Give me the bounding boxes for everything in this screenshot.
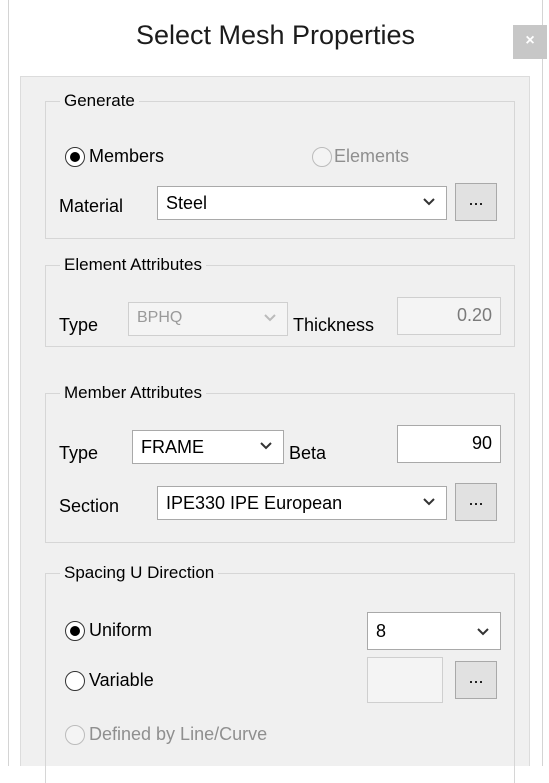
generate-legend: Generate	[64, 91, 135, 110]
chevron-down-icon	[264, 314, 276, 322]
member-type-value: FRAME	[141, 437, 204, 457]
element-type-select[interactable]: BPHQ	[128, 302, 288, 336]
chevron-down-icon	[260, 442, 272, 450]
material-value: Steel	[166, 193, 208, 213]
chevron-down-icon	[477, 628, 489, 636]
member-type-select[interactable]: FRAME	[132, 430, 284, 464]
element-type-label: Type	[59, 315, 99, 335]
elements-label[interactable]: Elements	[334, 146, 409, 167]
ellipsis-icon: ...	[468, 667, 484, 687]
section-browse-button[interactable]: ...	[455, 483, 497, 521]
uniform-radio[interactable]	[65, 621, 85, 641]
thickness-input[interactable]: 0.20	[397, 297, 501, 335]
variable-label[interactable]: Variable	[89, 670, 154, 691]
variable-browse-button[interactable]: ...	[455, 661, 497, 699]
ellipsis-icon: ...	[468, 189, 484, 209]
section-select[interactable]: IPE330 IPE European	[157, 486, 447, 520]
member-attributes-legend: Member Attributes	[64, 383, 202, 402]
spacing-u-legend: Spacing U Direction	[64, 563, 215, 582]
chevron-down-icon	[423, 498, 435, 506]
material-label: Material	[59, 196, 124, 216]
material-select[interactable]: Steel	[157, 186, 447, 220]
section-value: IPE330 IPE European	[166, 493, 343, 513]
thickness-label: Thickness	[293, 315, 375, 335]
close-button[interactable]: ×	[513, 25, 547, 59]
dialog-title: Select Mesh Properties	[135, 20, 416, 50]
chevron-down-icon	[423, 198, 435, 206]
section-label: Section	[59, 496, 120, 516]
beta-label: Beta	[289, 443, 327, 463]
dialog-right-edge	[542, 0, 543, 766]
beta-input[interactable]: 90	[397, 425, 501, 463]
defined-by-curve-label[interactable]: Defined by Line/Curve	[89, 724, 267, 745]
variable-input[interactable]	[367, 657, 443, 703]
members-radio[interactable]	[65, 147, 85, 167]
uniform-count-select[interactable]: 8	[367, 612, 501, 650]
ellipsis-icon: ...	[468, 489, 484, 509]
uniform-label[interactable]: Uniform	[89, 620, 152, 641]
element-type-value: BPHQ	[137, 309, 183, 326]
close-icon: ×	[525, 32, 535, 49]
material-browse-button[interactable]: ...	[455, 183, 497, 221]
element-attributes-legend: Element Attributes	[64, 255, 202, 274]
elements-radio[interactable]	[312, 147, 332, 167]
defined-by-curve-radio[interactable]	[65, 725, 85, 745]
variable-radio[interactable]	[65, 671, 85, 691]
dialog-left-edge	[8, 0, 9, 766]
member-type-label: Type	[59, 443, 99, 463]
dialog-client-area: Generate Members Elements Material Steel…	[20, 76, 530, 783]
members-label[interactable]: Members	[89, 146, 164, 167]
uniform-count-value: 8	[376, 621, 387, 641]
mesh-properties-dialog: Select Mesh Properties × Generate Member…	[0, 0, 549, 783]
title-bar[interactable]: Select Mesh Properties ×	[9, 0, 547, 76]
